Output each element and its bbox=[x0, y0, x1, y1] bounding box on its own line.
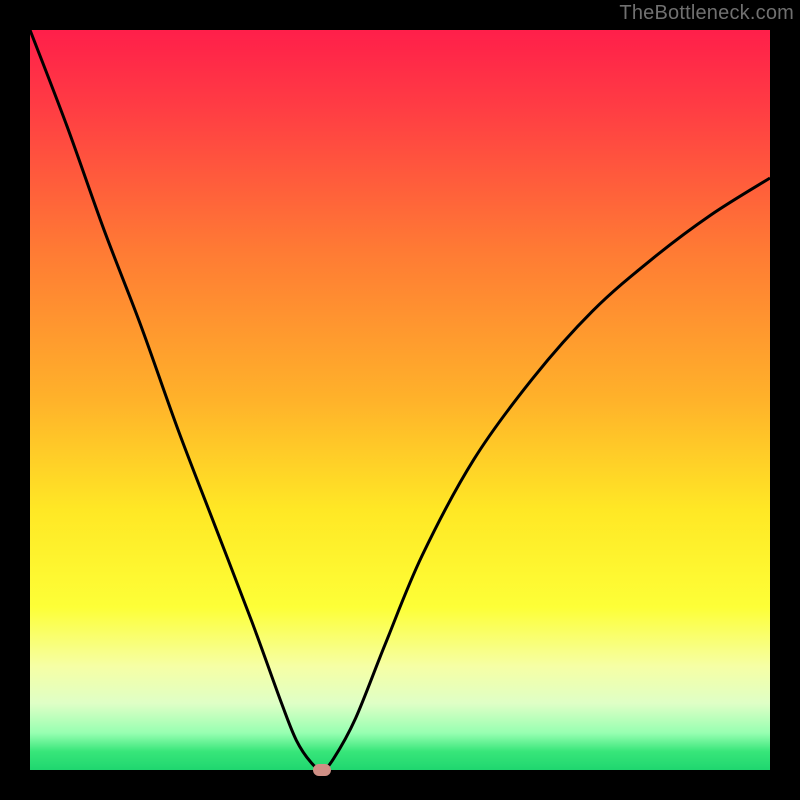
chart-stage: TheBottleneck.com bbox=[0, 0, 800, 800]
curve-layer bbox=[30, 30, 770, 770]
bottleneck-curve bbox=[30, 30, 770, 770]
watermark-text: TheBottleneck.com bbox=[619, 2, 794, 25]
min-point-marker bbox=[313, 764, 331, 776]
plot-area bbox=[30, 30, 770, 770]
